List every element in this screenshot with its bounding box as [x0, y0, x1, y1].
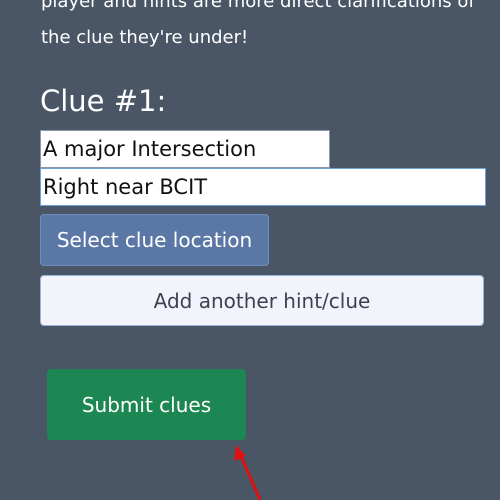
- clue-hint-input-1[interactable]: [40, 130, 330, 168]
- annotation-arrow-shaft: [238, 452, 262, 500]
- clue-hint-input-2[interactable]: [40, 168, 486, 206]
- clue-form-page: player and hints are more direct clarifi…: [0, 0, 500, 500]
- clue-heading: Clue #1:: [40, 84, 167, 118]
- submit-clues-button[interactable]: Submit clues: [47, 369, 246, 440]
- annotation-arrow-head: [234, 445, 246, 461]
- annotation-arrow-icon: [234, 445, 262, 500]
- select-clue-location-button[interactable]: Select clue location: [40, 214, 269, 266]
- intro-text: player and hints are more direct clarifi…: [41, 0, 475, 48]
- add-hint-button[interactable]: Add another hint/clue: [40, 275, 484, 326]
